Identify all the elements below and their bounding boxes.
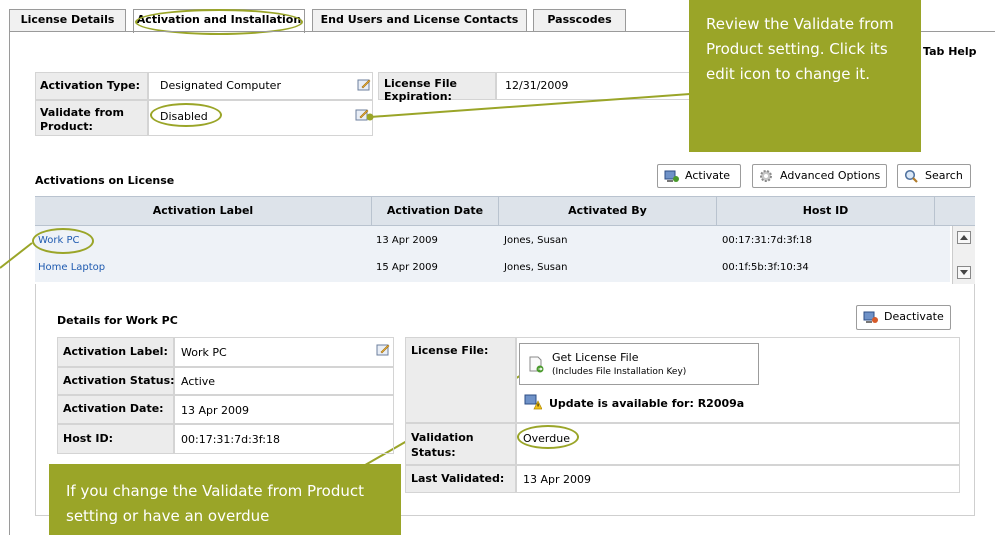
detail-value-host-id: 00:17:31:7d:3f:18 <box>181 433 280 446</box>
row-host-id: 00:1f:5b:3f:10:34 <box>722 262 809 273</box>
row-activated-by: Jones, Susan <box>504 262 568 273</box>
highlight-oval-overdue <box>517 425 579 449</box>
detail-label-activation-status: Activation Status: <box>63 374 175 387</box>
detail-label-host-id: Host ID: <box>63 432 114 445</box>
detail-label-activation-date: Activation Date: <box>63 402 164 415</box>
detail-label-activation-label: Activation Label: <box>63 345 168 358</box>
get-license-subtitle: (Includes File Installation Key) <box>552 367 687 377</box>
warning-icon <box>524 394 543 413</box>
deactivate-icon <box>863 310 878 324</box>
callout-bottom: If you change the Validate from Product … <box>49 464 401 535</box>
column-header-activated-by[interactable]: Activated By <box>498 196 716 226</box>
highlight-oval-work-pc <box>32 228 94 254</box>
gear-icon <box>759 169 774 183</box>
document-download-icon <box>528 356 544 376</box>
row-activation-date: 13 Apr 2009 <box>376 235 438 246</box>
column-header-host-id[interactable]: Host ID <box>716 196 934 226</box>
search-icon <box>904 169 919 183</box>
license-file-label: License File: <box>411 344 489 357</box>
table-row-selected[interactable] <box>35 226 950 254</box>
activate-button[interactable]: Activate <box>657 164 741 188</box>
detail-value-cell <box>516 423 960 465</box>
validation-status-label: Validation Status: <box>411 431 474 459</box>
row-host-id: 00:17:31:7d:3f:18 <box>722 235 812 246</box>
table-row[interactable] <box>35 254 950 282</box>
get-license-title: Get License File <box>552 351 639 364</box>
update-available-text: Update is available for: R2009a <box>549 397 745 410</box>
column-header-spacer <box>934 196 975 226</box>
last-validated-value: 13 Apr 2009 <box>523 473 592 486</box>
scroll-down-arrow-icon[interactable] <box>957 266 971 279</box>
advanced-options-button[interactable]: Advanced Options <box>752 164 887 188</box>
detail-value-activation-date: 13 Apr 2009 <box>181 404 250 417</box>
search-button[interactable]: Search <box>897 164 971 188</box>
last-validated-label: Last Validated: <box>411 472 505 485</box>
activations-title: Activations on License <box>35 174 175 187</box>
deactivate-button[interactable]: Deactivate <box>856 305 951 330</box>
row-activation-label-link[interactable]: Home Laptop <box>38 255 105 281</box>
row-activated-by: Jones, Susan <box>504 235 568 246</box>
column-header-activation-label[interactable]: Activation Label <box>35 196 371 226</box>
column-header-activation-date[interactable]: Activation Date <box>371 196 498 226</box>
callout-top-text: Review the Validate from Product setting… <box>706 15 894 83</box>
callout-bottom-text: If you change the Validate from Product … <box>66 482 365 525</box>
details-title: Details for Work PC <box>57 314 178 327</box>
row-activation-date: 15 Apr 2009 <box>376 262 438 273</box>
callout-top: Review the Validate from Product setting… <box>689 0 921 152</box>
get-license-file-button[interactable]: Get License File (Includes File Installa… <box>519 343 759 385</box>
detail-value-activation-label: Work PC <box>181 346 227 359</box>
edit-icon[interactable] <box>376 343 390 356</box>
activate-icon <box>664 169 679 183</box>
detail-value-activation-status: Active <box>181 375 216 388</box>
scroll-up-arrow-icon[interactable] <box>957 231 971 244</box>
